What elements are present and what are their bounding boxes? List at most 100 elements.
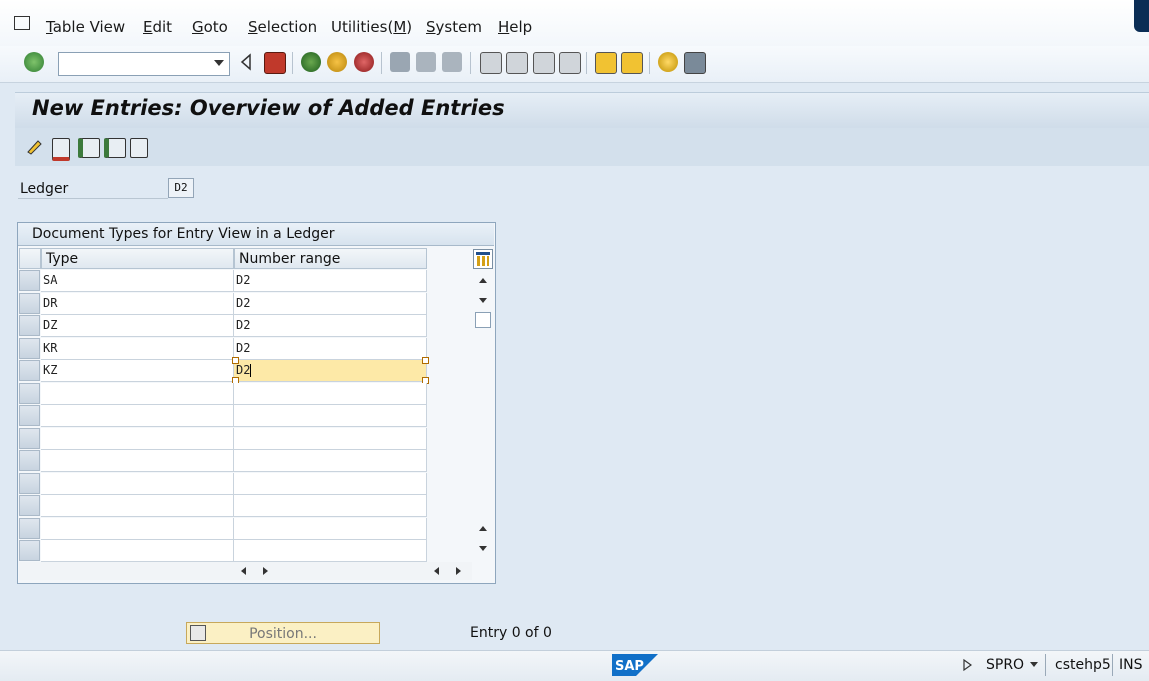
status-expand-icon[interactable] <box>962 658 973 676</box>
row-selector[interactable] <box>19 293 40 314</box>
cell-type[interactable]: DZ <box>41 315 234 337</box>
row-selector[interactable] <box>19 270 40 291</box>
cell-number-range[interactable]: D2 <box>234 293 427 315</box>
cell-number-range[interactable]: D2 <box>234 338 427 360</box>
command-dropdown-button[interactable] <box>208 52 228 74</box>
cancel-icon[interactable] <box>354 52 374 72</box>
back-icon[interactable] <box>301 52 321 72</box>
horizontal-scrollbar[interactable] <box>19 562 472 580</box>
position-button[interactable]: Position... <box>186 622 380 644</box>
row-selector[interactable] <box>19 315 40 336</box>
text-caret <box>250 364 252 377</box>
select-all-rows-button[interactable] <box>19 248 41 269</box>
enter-icon[interactable] <box>24 52 44 72</box>
scroll-up-bottom-icon[interactable] <box>479 526 487 531</box>
ledger-label: Ledger <box>20 181 69 197</box>
cell-number-range[interactable] <box>234 428 427 450</box>
transaction-code: SPRO <box>986 657 1025 673</box>
row-selector[interactable] <box>19 518 40 539</box>
print-icon[interactable] <box>390 52 410 72</box>
status-bar <box>0 650 1149 681</box>
cell-type[interactable] <box>41 518 234 540</box>
deselect-all-icon[interactable] <box>130 138 148 158</box>
delete-icon[interactable] <box>52 138 70 161</box>
menu-item-table-view[interactable]: Table View <box>46 18 125 36</box>
cell-number-range[interactable] <box>234 540 427 562</box>
scroll-thumb[interactable] <box>475 312 491 328</box>
ledger-underline <box>18 198 168 199</box>
back-arrow-icon[interactable] <box>240 52 252 72</box>
cell-number-range[interactable]: D2 <box>234 360 427 382</box>
cell-number-range[interactable] <box>234 383 427 405</box>
row-selector[interactable] <box>19 360 40 381</box>
last-page-icon[interactable] <box>559 52 581 74</box>
menu-item-selection[interactable]: Selection <box>248 18 317 36</box>
cell-number-range[interactable]: D2 <box>234 315 427 337</box>
scroll-down-icon[interactable] <box>479 298 487 303</box>
server-name: cstehp5 <box>1055 657 1111 673</box>
cell-number-range[interactable] <box>234 495 427 517</box>
select-block-icon[interactable] <box>104 138 126 158</box>
cell-type[interactable] <box>41 428 234 450</box>
cell-type[interactable]: SA <box>41 270 234 292</box>
previous-page-icon[interactable] <box>506 52 528 74</box>
row-selector[interactable] <box>19 338 40 359</box>
next-page-icon[interactable] <box>533 52 555 74</box>
cell-type[interactable] <box>41 473 234 495</box>
cell-type[interactable]: DR <box>41 293 234 315</box>
menu-icon[interactable] <box>14 16 30 30</box>
cell-type[interactable]: KR <box>41 338 234 360</box>
row-selector[interactable] <box>19 540 40 561</box>
change-display-icon[interactable] <box>26 138 42 156</box>
status-dropdown-icon[interactable] <box>1030 662 1038 667</box>
select-all-icon[interactable] <box>78 138 100 158</box>
command-field[interactable] <box>58 52 230 76</box>
cell-type[interactable] <box>41 540 234 562</box>
menu-item-utilities-m[interactable]: Utilities(M) <box>331 18 412 36</box>
create-session-icon[interactable] <box>595 52 617 74</box>
selection-handle[interactable] <box>232 357 239 364</box>
cell-number-range[interactable] <box>234 405 427 427</box>
cell-number-range[interactable] <box>234 450 427 472</box>
find-next-icon[interactable] <box>442 52 462 72</box>
cell-type[interactable] <box>41 495 234 517</box>
cell-type[interactable] <box>41 450 234 472</box>
menu-item-help[interactable]: Help <box>498 18 532 36</box>
cell-number-range[interactable] <box>234 473 427 495</box>
shortcut-icon[interactable] <box>621 52 643 74</box>
row-selector[interactable] <box>19 428 40 449</box>
layout-icon[interactable] <box>684 52 706 74</box>
row-selector[interactable] <box>19 473 40 494</box>
table-settings-icon[interactable] <box>473 249 493 269</box>
menu-item-goto[interactable]: Goto <box>192 18 228 36</box>
column-header-number-range[interactable]: Number range <box>234 248 427 269</box>
first-page-icon[interactable] <box>480 52 502 74</box>
column-header-type[interactable]: Type <box>41 248 234 269</box>
help-icon[interactable] <box>658 52 678 72</box>
row-selector[interactable] <box>19 405 40 426</box>
row-selector[interactable] <box>19 383 40 404</box>
row-selector[interactable] <box>19 495 40 516</box>
menu-item-edit[interactable]: Edit <box>143 18 172 36</box>
cell-type[interactable] <box>41 383 234 405</box>
application-toolbar <box>15 128 1149 166</box>
scroll-down-bottom-icon[interactable] <box>479 546 487 551</box>
ledger-field: D2 <box>168 178 194 198</box>
position-icon <box>190 625 206 641</box>
exit-icon[interactable] <box>327 52 347 72</box>
row-selector[interactable] <box>19 450 40 471</box>
toolbar-separator <box>586 52 587 74</box>
entry-count: Entry 0 of 0 <box>470 625 552 641</box>
svg-text:SAP: SAP <box>615 659 644 674</box>
window-corner <box>1134 0 1149 32</box>
cell-type[interactable] <box>41 405 234 427</box>
find-icon[interactable] <box>416 52 436 72</box>
selection-handle[interactable] <box>422 357 429 364</box>
save-icon[interactable] <box>264 52 286 74</box>
scroll-up-icon[interactable] <box>479 278 487 283</box>
vertical-scrollbar[interactable] <box>473 270 492 560</box>
cell-number-range[interactable]: D2 <box>234 270 427 292</box>
cell-type[interactable]: KZ <box>41 360 234 382</box>
menu-item-system[interactable]: System <box>426 18 482 36</box>
cell-number-range[interactable] <box>234 518 427 540</box>
